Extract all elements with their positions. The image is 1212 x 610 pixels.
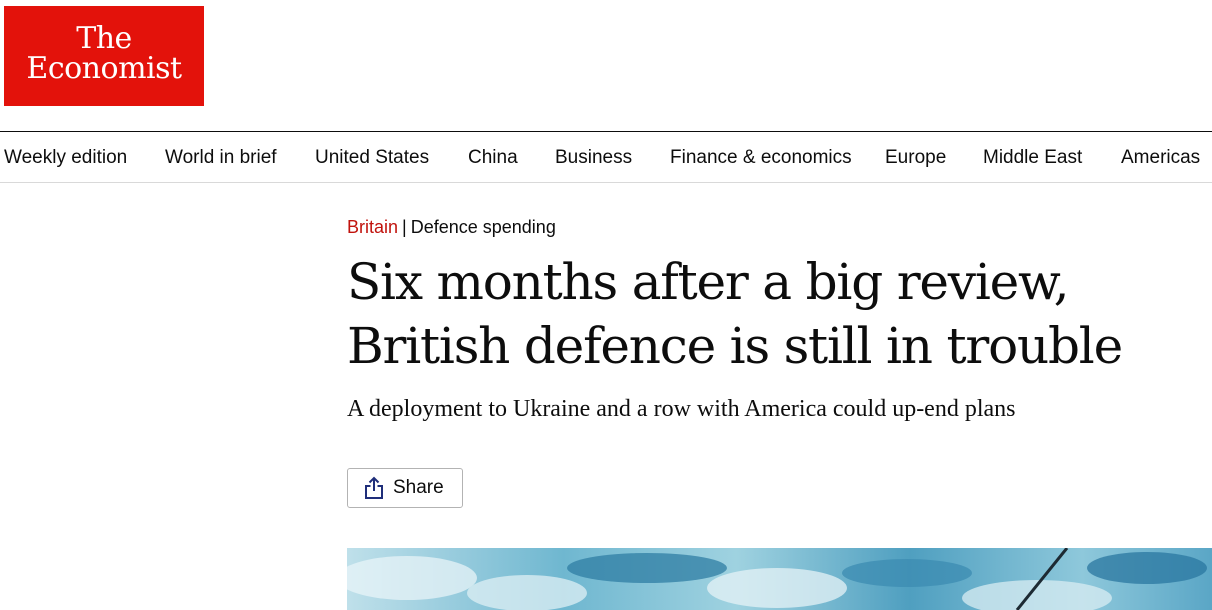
rubric-separator: |: [402, 217, 407, 237]
nav-item-finance-economics[interactable]: Finance & economics: [670, 147, 852, 169]
article-headline: Six months after a big review, British d…: [347, 250, 1207, 378]
share-icon: [364, 476, 384, 500]
nav-item-business[interactable]: Business: [555, 147, 632, 169]
logo-line-1: The: [76, 21, 132, 56]
article-subheadline: A deployment to Ukraine and a row with A…: [347, 396, 1016, 422]
economist-logo[interactable]: The Economist: [4, 6, 204, 106]
share-button[interactable]: Share: [347, 468, 463, 508]
headline-line-1: Six months after a big review,: [347, 253, 1070, 311]
logo-line-2: Economist: [26, 51, 182, 86]
share-label: Share: [393, 477, 444, 498]
section-link[interactable]: Britain: [347, 217, 398, 237]
article-rubric: Britain | Defence spending: [347, 217, 556, 238]
nav-item-americas[interactable]: Americas: [1121, 147, 1200, 169]
nav-item-united-states[interactable]: United States: [315, 147, 429, 169]
article-hero-image: [347, 548, 1212, 610]
flytitle: Defence spending: [410, 217, 556, 237]
nav-item-middle-east[interactable]: Middle East: [983, 147, 1082, 169]
nav-item-europe[interactable]: Europe: [885, 147, 946, 169]
nav-item-china[interactable]: China: [468, 147, 518, 169]
nav-item-world-in-brief[interactable]: World in brief: [165, 147, 277, 169]
nav-item-weekly-edition[interactable]: Weekly edition: [4, 147, 127, 169]
main-nav: Weekly edition World in brief United Sta…: [0, 131, 1212, 183]
headline-line-2: British defence is still in trouble: [347, 317, 1123, 375]
